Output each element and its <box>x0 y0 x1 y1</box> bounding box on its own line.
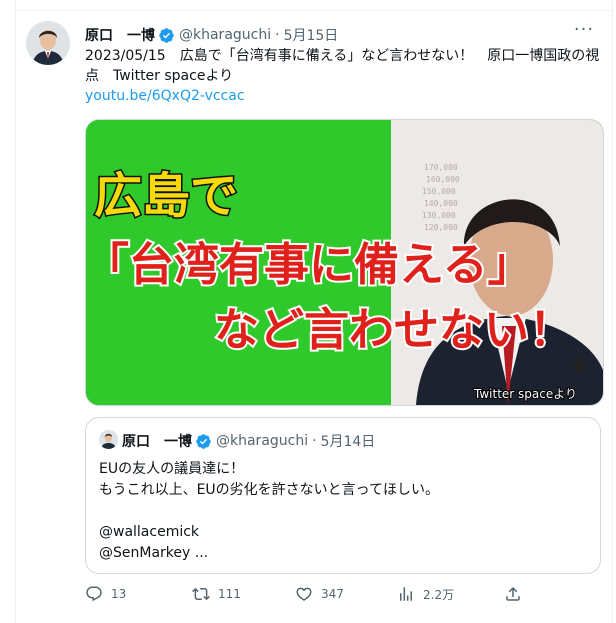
svg-text:120,000: 120,000 <box>424 223 458 232</box>
more-options-icon[interactable]: ··· <box>571 21 597 44</box>
retweet-button[interactable]: 111 <box>192 584 241 604</box>
tweet-link[interactable]: youtu.be/6QxQ2-vccac <box>85 88 245 104</box>
quoted-tweet-text: EUの友人の議員達に！ もうこれ以上、EUの劣化を許さないと言ってほしい。 @w… <box>99 459 589 564</box>
quoted-author-handle: @kharaguchi <box>216 433 309 449</box>
like-icon <box>296 587 312 601</box>
quoted-mention-wallacemick: @wallacemick <box>99 524 200 540</box>
quoted-text-line: もうこれ以上、EUの劣化を許さないと言ってほしい。 <box>99 482 439 498</box>
like-button[interactable]: 347 <box>295 584 344 604</box>
retweet-icon <box>192 587 210 601</box>
retweet-count: 111 <box>218 587 241 601</box>
author-avatar[interactable] <box>26 21 70 65</box>
header-separator: · <box>275 27 280 43</box>
quoted-header-separator: · <box>312 433 317 449</box>
svg-text:130,000: 130,000 <box>422 211 456 220</box>
reply-count: 13 <box>111 587 127 601</box>
svg-text:140,000: 140,000 <box>424 199 458 208</box>
quoted-tweet-header: 原口 一博 @kharaguchi · 5月14日 <box>122 431 375 451</box>
like-count: 347 <box>321 587 344 601</box>
tweet-header: 原口 一博 @kharaguchi · 5月15日 <box>85 25 338 45</box>
media-headline-line2: 「台湾有事に備える」 <box>86 238 533 291</box>
svg-text:160,000: 160,000 <box>426 175 460 184</box>
tweet-media-image[interactable]: 170,000 160,000 150,000 140,000 130,000 120… <box>85 119 604 406</box>
media-headline-line1: 広島で <box>94 168 238 224</box>
reply-button[interactable]: 13 <box>85 584 126 604</box>
tweet-card[interactable]: 原口 一博 @kharaguchi · 5月15日 ··· 2023/05/15… <box>15 10 613 623</box>
quoted-text-line <box>99 501 589 522</box>
author-handle[interactable]: @kharaguchi <box>179 27 271 43</box>
quoted-verified-badge-icon <box>196 433 211 449</box>
tweet-text: 2023/05/15 広島で「台湾有事に備える」など言わせない！ 原口一博国政の… <box>85 48 600 84</box>
svg-text:170,000: 170,000 <box>424 163 458 172</box>
author-name[interactable]: 原口 <box>85 25 113 45</box>
quoted-tweet-date: 5月14日 <box>320 434 376 450</box>
share-button[interactable] <box>504 584 522 604</box>
quoted-author-name: 原口 <box>122 434 150 450</box>
quoted-text-line: EUの友人の議員達に！ <box>99 461 245 477</box>
views-count: 2.2万 <box>423 587 455 602</box>
share-icon <box>506 586 520 601</box>
media-headline-line3: など言わせない！ <box>214 303 574 356</box>
author-name-given[interactable]: 一博 <box>127 25 155 45</box>
verified-badge-icon <box>159 27 174 43</box>
svg-text:150,000: 150,000 <box>422 187 456 196</box>
quoted-tweet[interactable]: 原口 一博 @kharaguchi · 5月14日 EUの友人の議員達に！ もう… <box>85 417 601 574</box>
quoted-author-avatar <box>99 430 118 449</box>
views-icon <box>400 587 412 601</box>
quoted-author-name-given: 一博 <box>164 434 192 450</box>
reply-icon <box>86 586 102 602</box>
tweet-action-bar: 13 111 347 2.2万 <box>85 584 585 604</box>
views-button[interactable]: 2.2万 <box>397 584 454 604</box>
media-watermark: Twitter spaceより <box>473 387 577 401</box>
tweet-date[interactable]: 5月15日 <box>284 25 339 45</box>
quoted-mention-senmarkey: @SenMarkey ... <box>99 545 209 561</box>
